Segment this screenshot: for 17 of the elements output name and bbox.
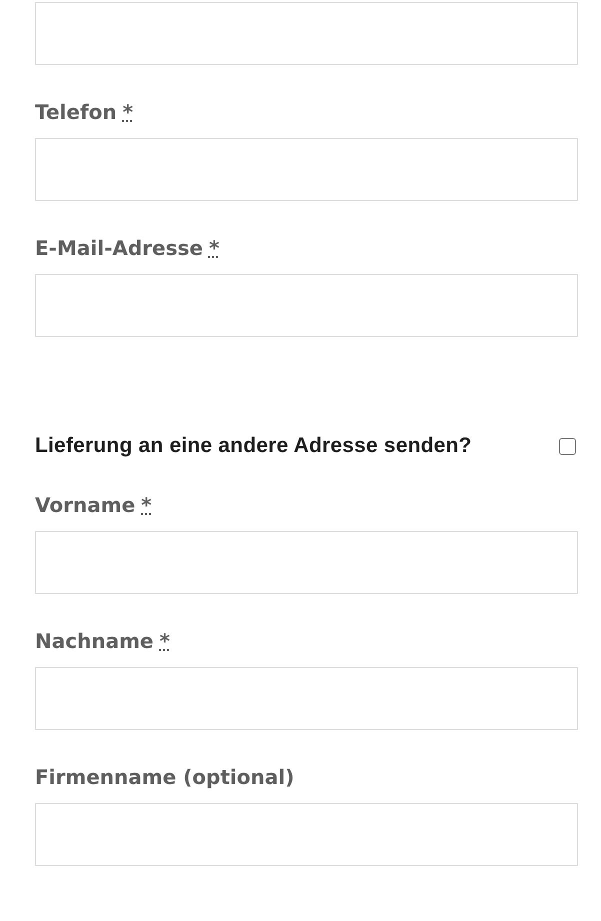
input-field[interactable] (35, 274, 578, 337)
required-mark: * (141, 492, 152, 519)
field-label: Firmenname (optional) (35, 764, 296, 791)
checkbox[interactable] (559, 438, 576, 454)
required-mark: * (208, 235, 220, 262)
section-heading: Lieferung an eine andere Adresse senden? (35, 434, 472, 458)
input-field[interactable] (35, 667, 578, 730)
input-field[interactable] (35, 803, 578, 866)
input-field[interactable] (35, 2, 578, 65)
field-label: Vorname * (35, 490, 578, 520)
field-label: Telefon * (35, 97, 578, 127)
field-label: Nachname * (35, 626, 578, 656)
input-field[interactable] (35, 531, 578, 594)
input-field[interactable] (35, 138, 578, 201)
required-mark: * (122, 99, 134, 126)
field-label: E-Mail-Adresse * (35, 233, 578, 263)
required-mark: * (159, 628, 170, 655)
